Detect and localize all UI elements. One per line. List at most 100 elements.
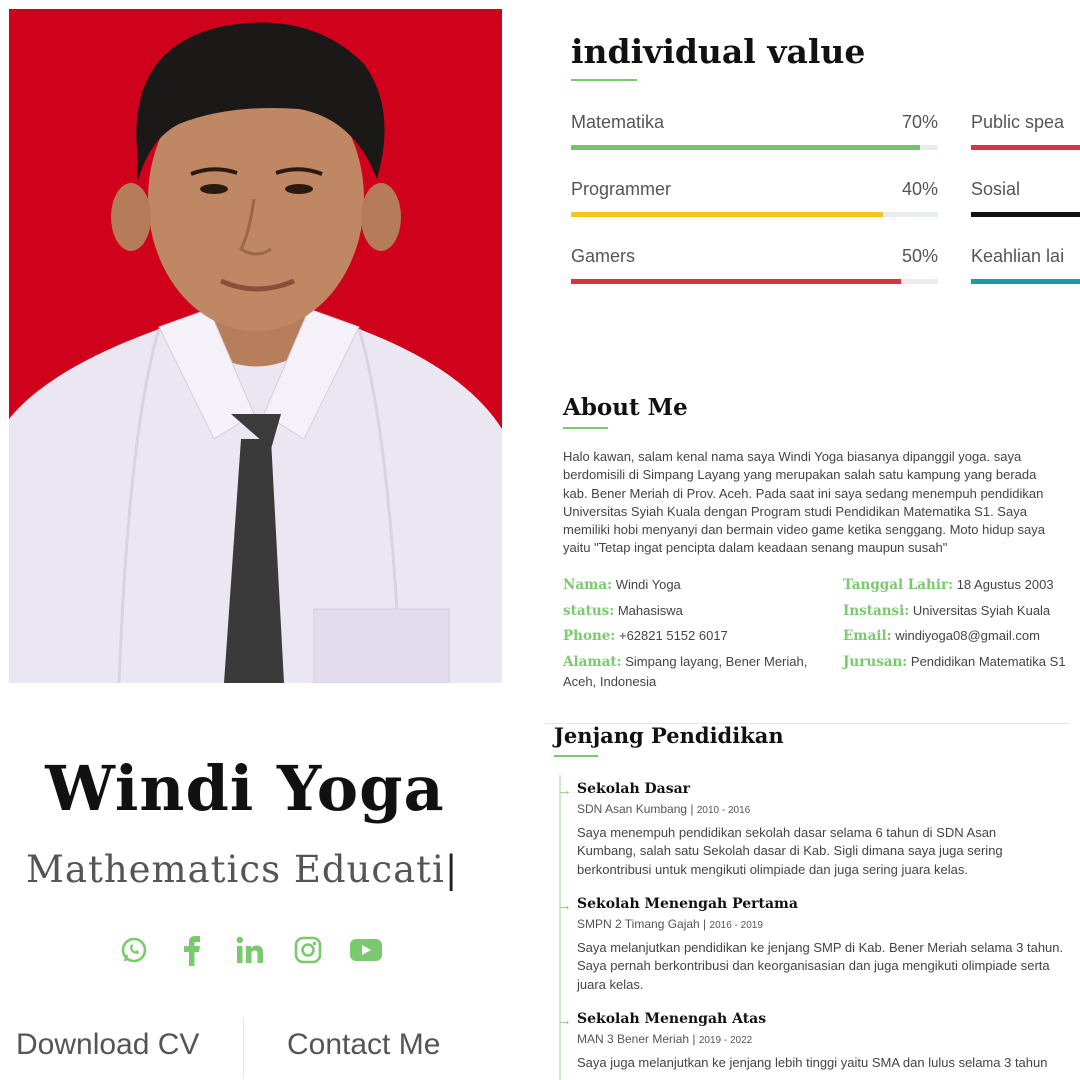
- skill-fill: [971, 145, 1080, 150]
- about-line: berdomisili di Simpang Layang yang merup…: [563, 467, 1037, 483]
- skill-track: [971, 212, 1080, 217]
- education-school: MAN 3 Bener Meriah | 2019 - 2022: [577, 1032, 1077, 1046]
- info-tanggal-lahir: Tanggal Lahir: 18 Agustus 2003: [843, 575, 1054, 595]
- skill-track: [571, 279, 938, 284]
- skill-label: Public spea: [971, 112, 1065, 132]
- whatsapp-icon[interactable]: [116, 930, 152, 970]
- skill-public-speaking: Public spea: [971, 112, 1080, 150]
- info-value: 18 Agustus 2003: [956, 577, 1054, 592]
- description-line: berkontribusi untuk mengikuti olimpiade …: [577, 861, 968, 877]
- profile-subtitle: Mathematics Educati|: [26, 848, 458, 891]
- skill-fill: [571, 145, 920, 150]
- info-value: Simpang layang, Bener Meriah,: [625, 654, 808, 669]
- info-phone: Phone: +62821 5152 6017: [563, 626, 728, 646]
- about-title-underline: [563, 427, 608, 429]
- education-description: Saya juga melanjutkan ke jenjang lebih t…: [577, 1054, 1077, 1072]
- skill-track: [571, 212, 938, 217]
- skill-sosial: Sosial: [971, 179, 1080, 217]
- about-line: memiliki hobi menyanyi dan bermain video…: [563, 522, 1045, 538]
- info-key: Instansi:: [843, 603, 910, 619]
- school-name: MAN 3 Bener Meriah |: [577, 1032, 699, 1046]
- info-value: windiyoga08@gmail.com: [895, 628, 1040, 643]
- info-key: status:: [563, 603, 615, 619]
- profile-photo: [9, 9, 502, 683]
- skill-track: [971, 145, 1080, 150]
- info-nama: Nama: Windi Yoga: [563, 575, 681, 595]
- download-cv-button[interactable]: Download CV: [16, 1028, 199, 1062]
- education-school: SMPN 2 Timang Gajah | 2016 - 2019: [577, 917, 1077, 931]
- about-line: Universitas Syiah Kuala dengan Program s…: [563, 503, 1027, 519]
- school-years: 2016 - 2019: [709, 920, 763, 931]
- skills-title-underline: [571, 79, 637, 81]
- skill-label: Keahlian lai: [971, 246, 1065, 266]
- education-level: Sekolah Dasar: [577, 781, 691, 797]
- skill-track: [971, 279, 1080, 284]
- instagram-icon[interactable]: [290, 930, 326, 970]
- linkedin-icon[interactable]: [232, 930, 268, 970]
- info-email: Email: windiyoga08@gmail.com: [843, 626, 1040, 646]
- education-school: SDN Asan Kumbang | 2010 - 2016: [577, 802, 1077, 816]
- portfolio-collage: Windi Yoga Mathematics Educati| Download…: [0, 0, 1080, 1080]
- education-item: → Sekolah Menengah Atas MAN 3 Bener Meri…: [557, 1011, 1077, 1072]
- skill-percent: 50%: [901, 246, 938, 266]
- arrow-right-icon: →: [557, 897, 572, 914]
- education-level: Sekolah Menengah Pertama: [577, 896, 798, 912]
- profile-name: Windi Yoga: [45, 752, 445, 825]
- about-line: kab. Bener Meriah di Prov. Aceh. Pada sa…: [563, 485, 1044, 501]
- typing-cursor: |: [444, 848, 459, 891]
- school-years: 2019 - 2022: [698, 1035, 753, 1046]
- skill-programmer: Programmer 40%: [571, 179, 938, 217]
- description-line: Saya melanjutkan pendidikan ke jenjang S…: [577, 940, 1064, 955]
- about-line: yaitu "Tetap ingat pencipta dalam keadaa…: [563, 540, 948, 556]
- cta-divider: [243, 1018, 244, 1078]
- info-jurusan: Jurusan: Pendidikan Matematika S1: [843, 652, 1066, 672]
- skill-percent: 70%: [901, 112, 938, 132]
- info-key: Jurusan:: [843, 654, 908, 670]
- school-name: SMPN 2 Timang Gajah |: [577, 917, 710, 931]
- description-line: Saya juga melanjutkan ke jenjang lebih t…: [577, 1055, 1048, 1070]
- skill-fill: [571, 212, 883, 217]
- skill-keahlian-lain: Keahlian lai: [971, 246, 1080, 284]
- education-description: Saya melanjutkan pendidikan ke jenjang S…: [577, 939, 1077, 994]
- education-description: Saya menempuh pendidikan sekolah dasar s…: [577, 824, 1077, 879]
- contact-me-button[interactable]: Contact Me: [287, 1028, 440, 1062]
- info-value-line2: Aceh, Indonesia: [563, 674, 657, 689]
- skill-label: Sosial: [971, 179, 1021, 199]
- social-links: [116, 930, 384, 970]
- about-title: About Me: [563, 394, 688, 421]
- info-key: Email:: [843, 628, 892, 644]
- education-title: Jenjang Pendidikan: [554, 723, 784, 748]
- info-key: Phone:: [563, 628, 616, 644]
- right-panel: individual value Matematika 70% Programme…: [545, 0, 1080, 1080]
- timeline-line: [559, 775, 561, 1080]
- skill-label: Programmer: [571, 179, 672, 199]
- arrow-right-icon: →: [557, 782, 572, 799]
- education-item: → Sekolah Dasar SDN Asan Kumbang | 2010 …: [557, 781, 1077, 879]
- info-key: Tanggal Lahir:: [843, 577, 954, 593]
- skill-track: [571, 145, 938, 150]
- info-key: Nama:: [563, 577, 613, 593]
- info-status: status: Mahasiswa: [563, 601, 683, 621]
- education-level: Sekolah Menengah Atas: [577, 1011, 767, 1027]
- skill-matematika: Matematika 70%: [571, 112, 938, 150]
- skills-title: individual value: [571, 32, 866, 71]
- info-instansi: Instansi: Universitas Syiah Kuala: [843, 601, 1050, 621]
- skill-gamers: Gamers 50%: [571, 246, 938, 284]
- info-value: Windi Yoga: [615, 577, 681, 592]
- arrow-right-icon: →: [557, 1012, 572, 1029]
- about-paragraph: Halo kawan, salam kenal nama saya Windi …: [563, 448, 1080, 558]
- school-name: SDN Asan Kumbang |: [577, 802, 697, 816]
- youtube-icon[interactable]: [348, 930, 384, 970]
- skill-fill: [971, 279, 1080, 284]
- info-value: Mahasiswa: [617, 603, 683, 618]
- description-line: Saya menempuh pendidikan sekolah dasar s…: [577, 825, 997, 840]
- school-years: 2010 - 2016: [696, 805, 751, 816]
- info-alamat: Alamat: Simpang layang, Bener Meriah, Ace…: [563, 652, 807, 691]
- skill-label: Matematika: [571, 112, 665, 132]
- description-line: juara kelas.: [577, 976, 644, 992]
- about-line: Halo kawan, salam kenal nama saya Windi …: [563, 449, 1022, 464]
- description-line: Kumbang, salah satu Sekolah dasar di Kab…: [577, 843, 1003, 859]
- facebook-icon[interactable]: [174, 930, 210, 970]
- description-line: Saya pernah berkontribusi dan keorganisa…: [577, 958, 1050, 974]
- info-key: Alamat:: [563, 654, 622, 670]
